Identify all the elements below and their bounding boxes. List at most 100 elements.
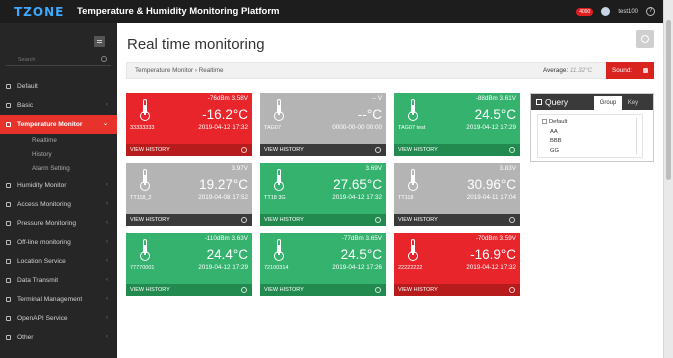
thermometer-icon	[274, 239, 284, 261]
menu-toggle-icon[interactable]	[94, 36, 105, 47]
arrow-circle-icon[interactable]	[241, 147, 247, 153]
sidebar-item-label: Humidity Monitor	[17, 182, 67, 189]
other-icon	[6, 335, 11, 340]
sidebar-item-temperature-monitor[interactable]: Temperature Monitor ⌄	[0, 115, 117, 134]
user-name[interactable]: test100	[618, 9, 638, 15]
sensor-card[interactable]: -70dBm 3.59V -16.9°C 22222222 2019-04-12 17…	[394, 233, 520, 296]
sound-toggle-button[interactable]: Sound:	[606, 62, 654, 79]
view-history-link[interactable]: VIEW HISTORY	[126, 284, 252, 296]
arrow-circle-icon[interactable]	[241, 217, 247, 223]
sidebar-item-location-service[interactable]: Location Service ‹	[0, 252, 117, 271]
sidebar-item-label: Other	[17, 334, 34, 341]
sidebar-item-label: Access Monitoring	[17, 201, 71, 208]
view-history-link[interactable]: VIEW HISTORY	[260, 144, 386, 156]
arrow-circle-icon[interactable]	[509, 147, 515, 153]
sidebar-item-access-monitoring[interactable]: Access Monitoring ‹	[0, 195, 117, 214]
sensor-card[interactable]: -76dBm 3.58V -16.2°C 33333333 2019-04-12 17…	[126, 93, 252, 156]
view-history-label: VIEW HISTORY	[398, 287, 438, 293]
arrow-circle-icon[interactable]	[241, 287, 247, 293]
lock-icon	[6, 202, 11, 207]
sidebar-item-pressure-monitoring[interactable]: Pressure Monitoring ‹	[0, 214, 117, 233]
sensor-card[interactable]: 3.69V 27.65°C TT18 3G 2019-04-12 17:32 VIEW …	[260, 163, 386, 226]
sidebar-item-label: Location Service	[17, 258, 66, 265]
view-history-label: VIEW HISTORY	[398, 217, 438, 223]
view-history-link[interactable]: VIEW HISTORY	[260, 284, 386, 296]
signal-battery: 3.97V	[231, 165, 248, 172]
arrow-circle-icon[interactable]	[509, 217, 515, 223]
sidebar-item-humidity-monitor[interactable]: Humidity Monitor ‹	[0, 176, 117, 195]
sensor-timestamp: 2019-04-12 17:32	[466, 264, 516, 271]
tree-node-aa[interactable]: AA	[542, 128, 642, 138]
sensor-card[interactable]: 3.83V 30.96°C TT118 2019-04-11 17:04 VIEW HI…	[394, 163, 520, 226]
settings-gear-icon[interactable]	[636, 30, 654, 48]
chevron-left-icon: ‹	[106, 239, 108, 245]
sidebar-item-label: OpenAPI Service	[17, 315, 68, 322]
arrow-circle-icon[interactable]	[375, 217, 381, 223]
average-readout: Average: 11.32°C	[543, 67, 592, 74]
arrow-circle-icon[interactable]	[375, 287, 381, 293]
tab-key[interactable]: Key	[624, 96, 642, 110]
logo[interactable]: TZONE	[14, 5, 69, 19]
view-history-link[interactable]: VIEW HISTORY	[260, 214, 386, 226]
page-title: Real time monitoring	[127, 36, 265, 53]
sidebar-item-label: Data Transmit	[17, 277, 59, 284]
sidebar-subitem-alarm-setting[interactable]: Alarm Setting	[0, 162, 117, 176]
sensor-card[interactable]: -- V --°C TAG07 0000-00-00 00:00 VIEW HISTOR…	[260, 93, 386, 156]
temperature-value: 27.65°C	[333, 177, 382, 192]
view-history-link[interactable]: VIEW HISTORY	[394, 144, 520, 156]
tree-node-gg[interactable]: GG	[542, 147, 642, 157]
help-icon[interactable]: ?	[646, 7, 655, 16]
sensor-card[interactable]: -110dBm 3.63V 24.4°C 77770001 2019-04-12 17…	[126, 233, 252, 296]
page-scrollbar[interactable]	[663, 0, 673, 358]
average-label: Average:	[543, 67, 569, 74]
sidebar-subitem-history[interactable]: History	[0, 148, 117, 162]
thermometer-icon	[274, 99, 284, 121]
scrollbar-thumb[interactable]	[666, 20, 671, 180]
sensor-card[interactable]: -88dBm 3.61V 24.5°C TAG07 test 2019-04-12 1…	[394, 93, 520, 156]
view-history-link[interactable]: VIEW HISTORY	[126, 214, 252, 226]
tree-node-bbb[interactable]: BBB	[542, 137, 642, 147]
thermometer-icon	[140, 169, 150, 191]
temperature-value: 19.27°C	[199, 177, 248, 192]
arrow-circle-icon[interactable]	[509, 287, 515, 293]
breadcrumb-bar: Temperature Monitor › Realtime Average: …	[126, 62, 654, 79]
temperature-value: -16.2°C	[202, 107, 248, 122]
sidebar-item-data-transmit[interactable]: Data Transmit ‹	[0, 271, 117, 290]
api-icon	[6, 316, 11, 321]
sidebar-search-input[interactable]: Search	[6, 54, 111, 66]
temperature-value: -16.9°C	[470, 247, 516, 262]
thermometer-icon	[140, 239, 150, 261]
sensor-card[interactable]: 3.97V 19.27°C TT118_2 2019-04-08 17:52 VIEW …	[126, 163, 252, 226]
tab-group[interactable]: Group	[594, 96, 622, 110]
sensor-name: TAG07 test	[398, 125, 426, 131]
search-icon[interactable]	[101, 56, 107, 62]
sensor-name: 72100314	[264, 265, 289, 271]
view-history-link[interactable]: VIEW HISTORY	[394, 284, 520, 296]
sensor-timestamp: 2019-04-12 17:32	[332, 194, 382, 201]
view-history-link[interactable]: VIEW HISTORY	[394, 214, 520, 226]
sidebar-subitem-realtime[interactable]: Realtime	[0, 134, 117, 148]
tree-scrollbar[interactable]	[636, 118, 640, 154]
sensor-timestamp: 2019-04-12 17:29	[198, 264, 248, 271]
chevron-left-icon: ‹	[106, 315, 108, 321]
user-avatar-icon[interactable]	[601, 7, 611, 16]
view-history-link[interactable]: VIEW HISTORY	[126, 144, 252, 156]
sensor-name: TT18 3G	[264, 195, 286, 201]
sidebar-item-default[interactable]: Default	[0, 77, 117, 96]
sidebar-item-openapi-service[interactable]: OpenAPI Service ‹	[0, 309, 117, 328]
alarm-badge[interactable]: 4090	[576, 7, 594, 16]
sidebar-item-basic[interactable]: Basic ‹	[0, 96, 117, 115]
arrow-circle-icon[interactable]	[375, 147, 381, 153]
droplet-icon	[6, 183, 11, 188]
thermometer-icon	[274, 169, 284, 191]
tree-node-default[interactable]: Default	[542, 118, 642, 128]
app-title: Temperature & Humidity Monitoring Platfo…	[77, 6, 280, 17]
sidebar-item-offline-monitoring[interactable]: Off-line monitoring ‹	[0, 233, 117, 252]
collapse-icon[interactable]	[542, 119, 547, 124]
tree-node-label: Default	[549, 119, 568, 125]
signal-battery: 3.83V	[499, 165, 516, 172]
sidebar-item-other[interactable]: Other ‹	[0, 328, 117, 347]
sensor-card[interactable]: -77dBm 3.65V 24.5°C 72100314 2019-04-12 17:…	[260, 233, 386, 296]
view-history-label: VIEW HISTORY	[130, 147, 170, 153]
sidebar-item-terminal-management[interactable]: Terminal Management ‹	[0, 290, 117, 309]
